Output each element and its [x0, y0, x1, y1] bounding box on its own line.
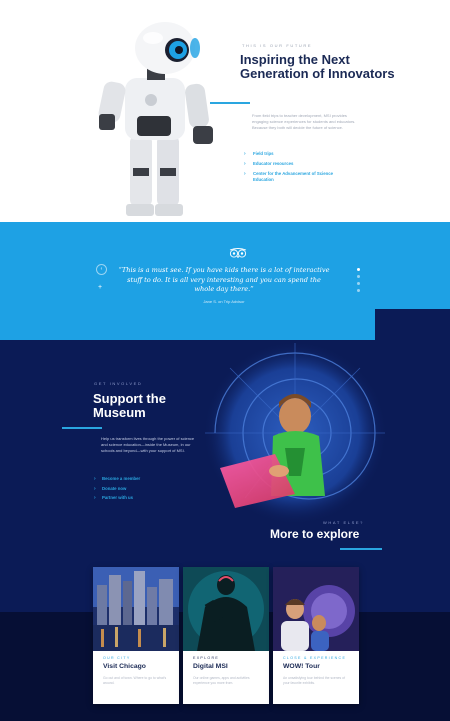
hero-divider: [210, 102, 250, 104]
link-label: Donate now: [102, 485, 127, 491]
card-tag: OUR CITY: [103, 656, 131, 660]
robot-image: [98, 22, 213, 216]
card-digital-msi[interactable]: EXPLORE Digital MSI Our online games, ap…: [183, 567, 269, 704]
card-description: An unsatisfying tour behind the scenes o…: [283, 676, 346, 686]
hero-title: Inspiring the Next Generation of Innovat…: [240, 52, 395, 81]
wow-tour-image: [273, 567, 359, 651]
pagination-dot[interactable]: [357, 268, 360, 271]
link-field-trips[interactable]: › Field trips: [244, 151, 344, 157]
link-partner[interactable]: › Partner with us: [94, 495, 174, 501]
chevron-right-icon: ›: [244, 151, 246, 157]
hero-eyebrow: THIS IS OUR FUTURE: [242, 43, 313, 48]
link-center-advancement[interactable]: › Center for the Advancement of Science E…: [244, 171, 344, 183]
hero-link-list: › Field trips › Educator resources › Center…: [244, 151, 344, 187]
card-title: Digital MSI: [193, 663, 228, 670]
pagination-dot[interactable]: [357, 282, 360, 285]
card-description: Our online games, apps and activities ex…: [193, 676, 250, 686]
arrow-left-icon: ‹: [100, 266, 103, 272]
chevron-right-icon: ›: [244, 161, 246, 167]
testimonial-author: Jane S. on Trip Advisor: [203, 299, 245, 304]
card-title: Visit Chicago: [103, 663, 146, 670]
link-donate-now[interactable]: › Donate now: [94, 486, 174, 492]
link-educator-resources[interactable]: › Educator resources: [244, 161, 344, 167]
link-label: Field trips: [253, 151, 274, 156]
card-tag: CLOSE & EXPERIENCE: [283, 656, 347, 660]
card-title: WOW! Tour: [283, 663, 320, 670]
pagination-dot[interactable]: [357, 275, 360, 278]
support-eyebrow: GET INVOLVED: [94, 381, 143, 386]
hero-description: From field trips to teacher development,…: [252, 113, 356, 131]
chevron-right-icon: ›: [94, 485, 96, 492]
boy-with-tablet-image: [220, 394, 325, 508]
explore-divider: [340, 548, 382, 550]
chevron-right-icon: ›: [94, 495, 96, 502]
chevron-right-icon: ›: [244, 171, 246, 177]
explore-eyebrow: WHAT ELSE?: [323, 520, 364, 525]
card-visit-chicago[interactable]: OUR CITY Visit Chicago Go out and of tow…: [93, 567, 179, 704]
previous-quote-button[interactable]: ‹: [96, 264, 107, 275]
testimonial-band-extension: [375, 222, 450, 309]
support-title: Support the Museum: [93, 391, 166, 420]
chevron-right-icon: ›: [94, 476, 96, 482]
digital-msi-image: [183, 567, 269, 651]
hero-section: THIS IS OUR FUTURE Inspiring the Next Ge…: [0, 0, 450, 222]
link-label: Center for the Advancement of Science Ed…: [253, 171, 334, 182]
link-label: Educator resources: [253, 161, 294, 166]
link-label: Partner with us: [102, 495, 134, 501]
explore-title: More to explore: [270, 527, 360, 541]
tripadvisor-owl-icon: [229, 248, 247, 258]
chicago-skyline-image: [93, 567, 179, 651]
card-wow-tour[interactable]: CLOSE & EXPERIENCE WOW! Tour An unsatisf…: [273, 567, 359, 704]
card-tag: EXPLORE: [193, 656, 220, 660]
pagination-dot[interactable]: [357, 289, 360, 292]
link-become-member[interactable]: › Become a member: [94, 476, 174, 482]
support-divider: [62, 427, 102, 429]
carousel-pagination: [357, 268, 360, 296]
support-link-list: › Become a member › Donate now › Partner wi…: [94, 476, 174, 505]
link-label: Become a member: [102, 476, 141, 481]
testimonial-quote: “This is a must see. If you have kids th…: [118, 266, 330, 294]
support-description: Help us transform lives through the powe…: [101, 436, 195, 454]
plus-icon[interactable]: +: [98, 284, 102, 291]
card-description: Go out and of town. Where to go to what'…: [103, 676, 167, 686]
